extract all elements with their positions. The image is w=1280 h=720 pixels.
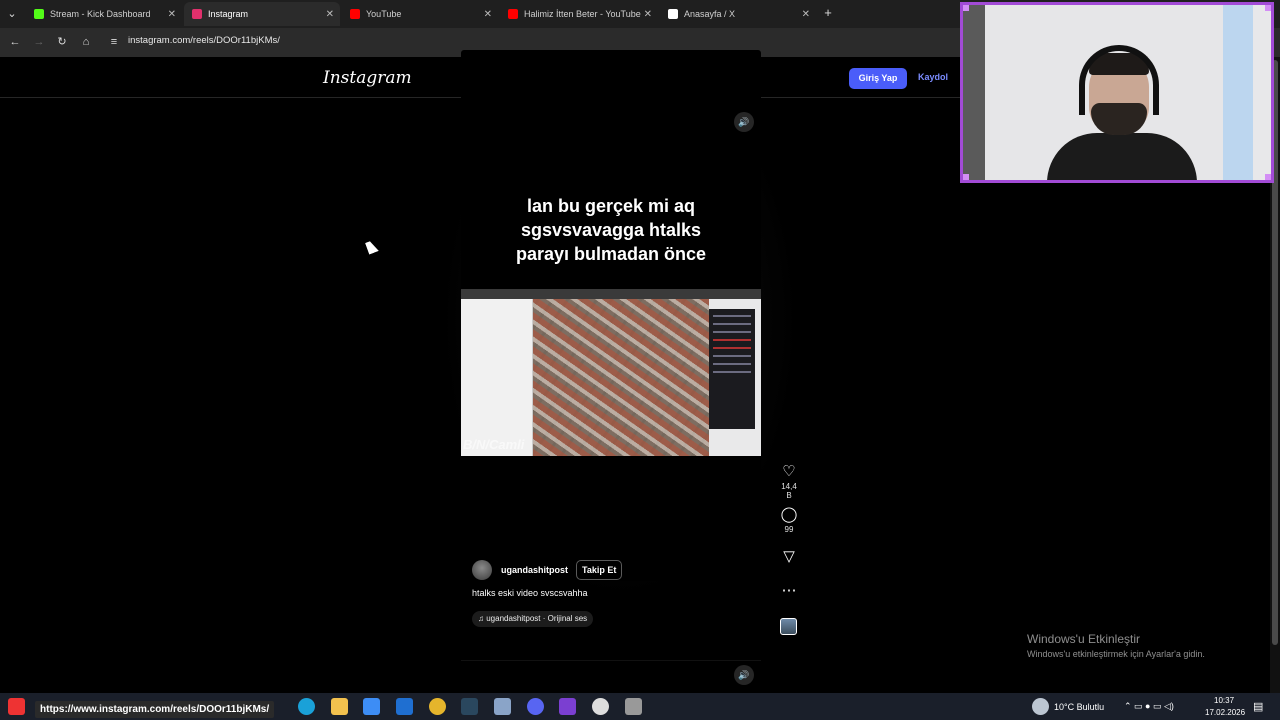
x-favicon-icon: [668, 9, 678, 19]
audio-label[interactable]: ♫ ugandashitpost · Orijinal ses: [472, 611, 594, 627]
heart-icon[interactable]: ♡: [778, 463, 800, 481]
instagram-logo[interactable]: Instagram: [323, 68, 412, 88]
speaker-icon[interactable]: 🔊: [734, 112, 754, 132]
caption-line: parayı bulmadan önce: [515, 244, 707, 264]
caption-line: lan bu gerçek mi aq: [526, 196, 696, 216]
site-info-icon[interactable]: ≡: [106, 34, 122, 50]
activation-title: Windows'u Etkinleştir: [1027, 632, 1140, 646]
avatar[interactable]: [472, 560, 492, 580]
weather-icon: [1032, 698, 1049, 715]
screenshot-titlebar: [461, 289, 761, 299]
mail-icon[interactable]: [396, 698, 413, 715]
screenshot-chat-panel: [709, 309, 755, 429]
close-icon[interactable]: ✕: [326, 9, 334, 20]
share-action[interactable]: ▽: [778, 548, 800, 566]
comment-action[interactable]: ◯ 99: [778, 506, 800, 534]
notification-icon[interactable]: ▤: [1253, 700, 1263, 713]
streamer-figure: [1047, 45, 1197, 180]
webcam-overlay: [960, 2, 1274, 183]
file-explorer-icon[interactable]: [331, 698, 348, 715]
tab-youtube[interactable]: YouTube ✕: [342, 2, 498, 26]
tab-instagram[interactable]: Instagram ✕: [184, 2, 340, 26]
chrome-icon[interactable]: [429, 698, 446, 715]
audio-text: ugandashitpost · Orijinal ses: [486, 614, 588, 623]
app-icon[interactable]: [494, 698, 511, 715]
more-options-icon[interactable]: ⋯: [778, 582, 800, 600]
more-action[interactable]: ⋯: [778, 582, 800, 600]
tab-kick-dashboard[interactable]: Stream - Kick Dashboard ✕: [26, 2, 182, 26]
signup-link[interactable]: Kaydol: [918, 72, 948, 82]
kick-favicon-icon: [34, 9, 44, 19]
next-reel-video[interactable]: [461, 660, 761, 693]
reload-icon[interactable]: ↻: [54, 34, 70, 50]
follow-button[interactable]: Takip Et: [576, 560, 623, 580]
forward-icon[interactable]: →: [31, 34, 47, 50]
tab-youtube-video[interactable]: Halimiz İtten Beter - YouTube ✕: [500, 2, 658, 26]
system-tray-icons[interactable]: ⌃ ▭ ● ▭ ◁): [1124, 701, 1174, 712]
instagram-favicon-icon: [192, 9, 202, 19]
activation-subtitle: Windows'u etkinleştirmek için Ayarlar'a …: [1027, 649, 1205, 659]
store-icon[interactable]: [363, 698, 380, 715]
screenshot-left-pane: [461, 299, 533, 456]
tab-title: YouTube: [366, 9, 402, 19]
url-input[interactable]: instagram.com/reels/DOOr11bjKMs/: [128, 35, 280, 46]
caption-line: sgsvsvavagga htalks: [520, 220, 702, 240]
tab-title: Anasayfa / X: [684, 9, 736, 19]
music-note-icon: ♫: [478, 614, 487, 623]
new-tab-button[interactable]: +: [820, 5, 836, 21]
close-icon[interactable]: ✕: [802, 9, 810, 20]
tab-title: Instagram: [208, 9, 249, 19]
youtube-favicon-icon: [508, 9, 518, 19]
reel-description: htalks eski video svscsvahha: [472, 588, 588, 598]
weather-text[interactable]: 10°C Bulutlu: [1054, 702, 1104, 712]
steam-icon[interactable]: [461, 698, 478, 715]
home-icon[interactable]: ⌂: [78, 34, 94, 50]
like-action[interactable]: ♡ 14,4 B: [778, 463, 800, 500]
audio-thumbnail[interactable]: [780, 618, 797, 635]
close-icon[interactable]: ✕: [168, 9, 176, 20]
tab-title: Halimiz İtten Beter - YouTube: [524, 9, 641, 19]
reel-caption-text: lan bu gerçek mi aq sgsvsvavagga htalks …: [461, 194, 761, 266]
watermark: B/N/Camli: [463, 437, 525, 452]
github-icon[interactable]: [592, 698, 609, 715]
tab-search-icon[interactable]: ⌄: [4, 6, 20, 22]
comment-icon[interactable]: ◯: [778, 506, 800, 524]
tab-title: Stream - Kick Dashboard: [50, 9, 151, 19]
embedded-screenshot: B/N/Camli: [461, 289, 761, 456]
username[interactable]: ugandashitpost: [501, 565, 568, 575]
link-status-tooltip: https://www.instagram.com/reels/DOOr11bj…: [35, 701, 275, 718]
comment-count: 99: [784, 525, 794, 534]
obs-icon[interactable]: [559, 698, 576, 715]
speaker-icon[interactable]: 🔊: [734, 665, 754, 685]
edge-icon[interactable]: [298, 698, 315, 715]
close-icon[interactable]: ✕: [644, 9, 652, 20]
back-icon[interactable]: ←: [7, 34, 23, 50]
discord-icon[interactable]: [527, 698, 544, 715]
login-button[interactable]: Giriş Yap: [849, 68, 907, 89]
like-count: 14,4 B: [781, 482, 797, 500]
clock-time[interactable]: 10:37: [1214, 696, 1234, 705]
headset-icon: [1079, 45, 1159, 115]
close-icon[interactable]: ✕: [484, 9, 492, 20]
start-icon[interactable]: [8, 698, 25, 715]
app-icon[interactable]: [625, 698, 642, 715]
windows-activation-watermark: Windows'u Etkinleştir Windows'u etkinleş…: [1027, 632, 1205, 659]
clock-date[interactable]: 17.02.2026: [1205, 708, 1245, 717]
youtube-favicon-icon: [350, 9, 360, 19]
reel-author-row: ugandashitpost Takip Et: [472, 560, 623, 580]
send-icon[interactable]: ▽: [778, 548, 800, 566]
satellite-map-image: [533, 299, 709, 456]
tab-x[interactable]: Anasayfa / X ✕: [660, 2, 816, 26]
